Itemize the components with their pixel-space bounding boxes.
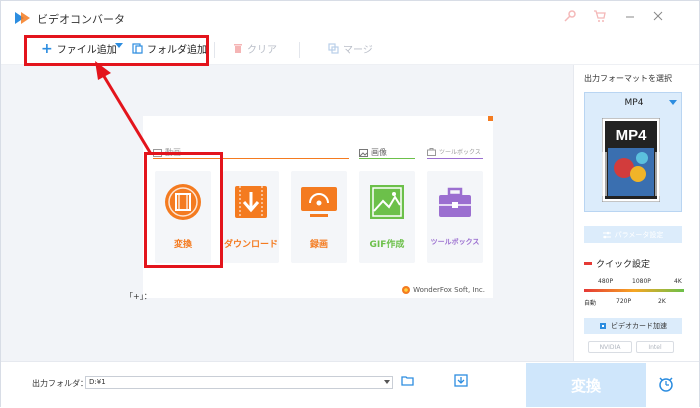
app-window: ビデオコンバータ + ファイル追加 フォルダ追加 クリア マージ 動画 画像 ツ… xyxy=(0,0,700,407)
quality-4k: 4K xyxy=(674,278,682,285)
quick-settings-label: クイック設定 xyxy=(596,260,651,270)
folder-open-icon[interactable] xyxy=(401,375,415,387)
quick-settings: クイック設定 xyxy=(584,257,650,270)
intel-label: Intel xyxy=(648,343,662,351)
format-selector[interactable]: MP4 MP4 xyxy=(584,92,682,212)
quality-720p: 720P xyxy=(616,298,632,305)
output-folder-path-text: D:¥1 xyxy=(89,378,106,386)
output-location-icon[interactable] xyxy=(454,374,468,387)
quick-settings-icon xyxy=(584,262,592,265)
nvidia-label: NVIDIA xyxy=(599,343,621,351)
convert-button[interactable]: 変換 xyxy=(526,363,646,407)
gpu-acceleration-button[interactable]: ビデオカード加速 xyxy=(584,318,682,334)
output-folder-label: 出力フォルダ： xyxy=(32,379,88,388)
chevron-down-icon xyxy=(384,380,390,384)
chevron-down-icon xyxy=(669,100,677,105)
quality-slider[interactable] xyxy=(584,289,684,292)
quality-2k: 2K xyxy=(658,298,666,305)
quality-auto: 自動 xyxy=(584,300,597,307)
output-format-title: 出力フォーマットを選択 xyxy=(584,74,672,83)
mp4-format-icon: MP4 xyxy=(602,118,660,202)
gpu-chip-icon xyxy=(600,323,606,329)
parameter-settings-label: パラメータ設定 xyxy=(614,230,664,239)
mp4-badge-text: MP4 xyxy=(616,127,648,144)
intel-chip[interactable]: Intel xyxy=(636,341,674,353)
output-panel: 出力フォーマットを選択 MP4 MP4 パラメータ設定 クイック設定 480P … xyxy=(573,65,699,361)
sliders-icon xyxy=(602,231,611,238)
quality-1080p: 1080P xyxy=(632,278,651,285)
gpu-acceleration-label: ビデオカード加速 xyxy=(611,322,667,330)
alarm-clock-icon[interactable] xyxy=(657,375,675,393)
convert-button-label: 変換 xyxy=(570,376,601,395)
nvidia-chip[interactable]: NVIDIA xyxy=(588,341,632,353)
bottom-bar: 出力フォルダ： D:¥1 変換 xyxy=(1,361,699,407)
output-folder-path[interactable]: D:¥1 xyxy=(85,376,393,389)
parameter-settings-button[interactable]: パラメータ設定 xyxy=(584,226,682,243)
quality-480p: 480P xyxy=(598,278,614,285)
